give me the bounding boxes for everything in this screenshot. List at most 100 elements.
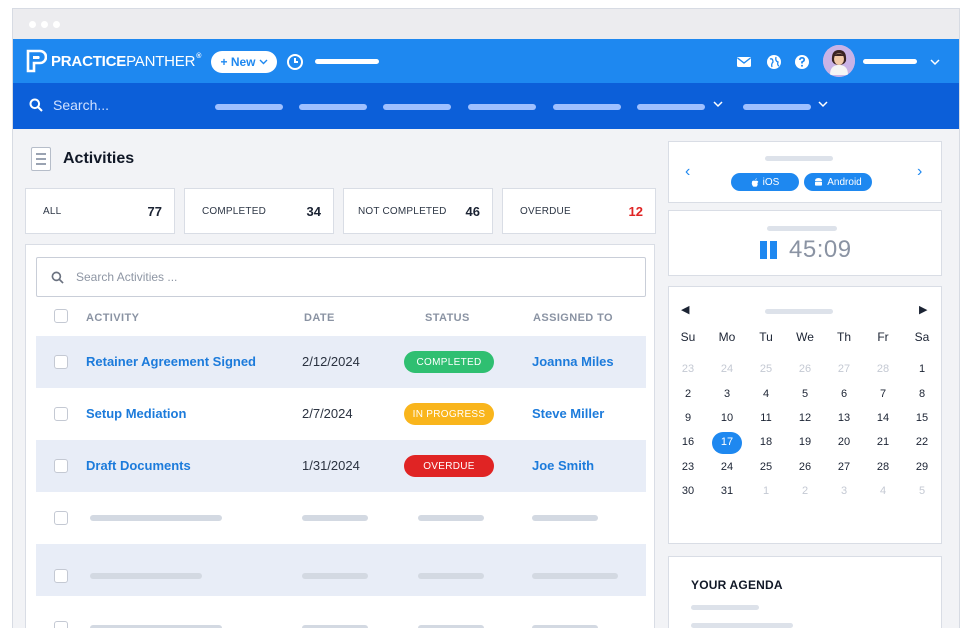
chevron-down-icon[interactable] — [817, 98, 829, 110]
stat-not-completed[interactable]: NOT COMPLETED 46 — [343, 188, 493, 234]
calendar-day[interactable]: 8 — [905, 388, 939, 400]
calendar-day[interactable]: 18 — [749, 436, 783, 448]
table-row-placeholder[interactable] — [36, 544, 646, 596]
calendar-day[interactable]: 5 — [905, 485, 939, 497]
android-app-button[interactable]: Android — [804, 173, 872, 191]
timer-clock-icon[interactable] — [286, 53, 304, 71]
nav-menu-item[interactable] — [553, 104, 621, 110]
calendar-day[interactable]: 19 — [788, 436, 822, 448]
assignee-link[interactable]: Joanna Miles — [532, 354, 614, 369]
nav-menu-item[interactable] — [468, 104, 536, 110]
calendar-day[interactable]: 25 — [749, 363, 783, 375]
table-row[interactable]: Draft Documents 1/31/2024 OVERDUE Joe Sm… — [36, 440, 646, 492]
calendar-day[interactable]: 3 — [710, 388, 744, 400]
table-row-placeholder[interactable] — [36, 600, 646, 628]
calendar-day[interactable]: 23 — [671, 461, 705, 473]
calendar-day[interactable]: 31 — [710, 485, 744, 497]
calendar-day[interactable]: 23 — [671, 363, 705, 375]
stat-all[interactable]: ALL 77 — [25, 188, 175, 234]
nav-menu-item-dropdown[interactable] — [637, 104, 705, 110]
calendar-day[interactable]: 4 — [866, 485, 900, 497]
calendar-day[interactable]: 3 — [827, 485, 861, 497]
row-checkbox[interactable] — [54, 511, 68, 525]
nav-menu-item[interactable] — [299, 104, 367, 110]
calendar-day[interactable]: 21 — [866, 436, 900, 448]
help-icon[interactable] — [793, 53, 811, 71]
table-row[interactable]: Retainer Agreement Signed 2/12/2024 COMP… — [36, 336, 646, 388]
globe-icon[interactable] — [765, 53, 783, 71]
activity-link[interactable]: Draft Documents — [86, 458, 191, 473]
calendar-day[interactable]: 6 — [827, 388, 861, 400]
prev-month-icon[interactable]: ◀ — [681, 303, 689, 316]
nav-menu-item-dropdown[interactable] — [743, 104, 811, 110]
select-all-checkbox[interactable] — [54, 309, 68, 323]
nav-menu-item[interactable] — [215, 104, 283, 110]
pause-icon[interactable] — [759, 240, 779, 260]
chevron-down-icon[interactable] — [930, 58, 940, 66]
calendar-day[interactable]: 7 — [866, 388, 900, 400]
calendar-day[interactable]: 26 — [788, 363, 822, 375]
agenda-title: YOUR AGENDA — [691, 578, 783, 592]
calendar-day[interactable]: 22 — [905, 436, 939, 448]
calendar-day[interactable]: 29 — [905, 461, 939, 473]
calendar-day[interactable]: 28 — [866, 363, 900, 375]
calendar-day[interactable]: 15 — [905, 412, 939, 424]
table-row-placeholder[interactable] — [36, 492, 646, 544]
mail-icon[interactable] — [735, 53, 753, 71]
calendar-day[interactable]: 12 — [788, 412, 822, 424]
calendar-day[interactable]: 26 — [788, 461, 822, 473]
next-month-icon[interactable]: ▶ — [919, 303, 927, 316]
row-checkbox[interactable] — [54, 459, 68, 473]
calendar-day[interactable]: 27 — [827, 461, 861, 473]
assignee-link[interactable]: Joe Smith — [532, 458, 594, 473]
ios-app-button[interactable]: iOS — [731, 173, 799, 191]
brand-logo[interactable]: PRACTICEPANTHER® — [25, 49, 201, 73]
activity-link[interactable]: Retainer Agreement Signed — [86, 354, 256, 369]
chevron-down-icon[interactable] — [712, 98, 724, 110]
calendar-day[interactable]: 24 — [710, 461, 744, 473]
activities-search-input[interactable]: Search Activities ... — [36, 257, 646, 297]
calendar-day[interactable]: 5 — [788, 388, 822, 400]
calendar-day[interactable]: 11 — [749, 412, 783, 424]
column-header-status[interactable]: STATUS — [425, 312, 470, 324]
column-header-assigned-to[interactable]: ASSIGNED TO — [533, 312, 613, 324]
calendar-day[interactable]: 30 — [671, 485, 705, 497]
window-dot[interactable] — [29, 21, 36, 28]
stat-overdue[interactable]: OVERDUE 12 — [502, 188, 656, 234]
calendar-day[interactable]: 1 — [905, 363, 939, 375]
row-checkbox[interactable] — [54, 355, 68, 369]
column-header-date[interactable]: DATE — [304, 312, 335, 324]
calendar-day[interactable]: 2 — [671, 388, 705, 400]
table-row[interactable]: Setup Mediation 2/7/2024 IN PROGRESS Ste… — [36, 388, 646, 440]
column-header-activity[interactable]: ACTIVITY — [86, 312, 139, 324]
calendar-day[interactable]: 20 — [827, 436, 861, 448]
new-button[interactable]: + New — [211, 51, 277, 73]
user-avatar[interactable] — [823, 45, 855, 77]
calendar-day[interactable]: 27 — [827, 363, 861, 375]
calendar-day-today[interactable]: 17 — [710, 436, 744, 448]
calendar-day[interactable]: 16 — [671, 436, 705, 448]
calendar-day[interactable]: 25 — [749, 461, 783, 473]
calendar-day[interactable]: 2 — [788, 485, 822, 497]
window-dot[interactable] — [53, 21, 60, 28]
next-arrow-icon[interactable]: › — [917, 163, 922, 181]
calendar-day[interactable]: 9 — [671, 412, 705, 424]
window-dot[interactable] — [41, 21, 48, 28]
previous-arrow-icon[interactable]: ‹ — [685, 163, 690, 181]
nav-menu-item[interactable] — [383, 104, 451, 110]
calendar-day[interactable]: 4 — [749, 388, 783, 400]
row-checkbox[interactable] — [54, 569, 68, 583]
row-checkbox[interactable] — [54, 621, 68, 628]
activity-link[interactable]: Setup Mediation — [86, 406, 186, 421]
stat-completed[interactable]: COMPLETED 34 — [184, 188, 334, 234]
calendar-day[interactable]: 1 — [749, 485, 783, 497]
calendar-day[interactable]: 10 — [710, 412, 744, 424]
assignee-link[interactable]: Steve Miller — [532, 406, 604, 421]
calendar-day[interactable]: 28 — [866, 461, 900, 473]
global-search[interactable]: Search... — [29, 97, 109, 113]
calendar-day[interactable]: 24 — [710, 363, 744, 375]
calendar-day[interactable]: 13 — [827, 412, 861, 424]
calendar-day[interactable]: 14 — [866, 412, 900, 424]
row-checkbox[interactable] — [54, 407, 68, 421]
username-placeholder[interactable] — [863, 59, 917, 64]
